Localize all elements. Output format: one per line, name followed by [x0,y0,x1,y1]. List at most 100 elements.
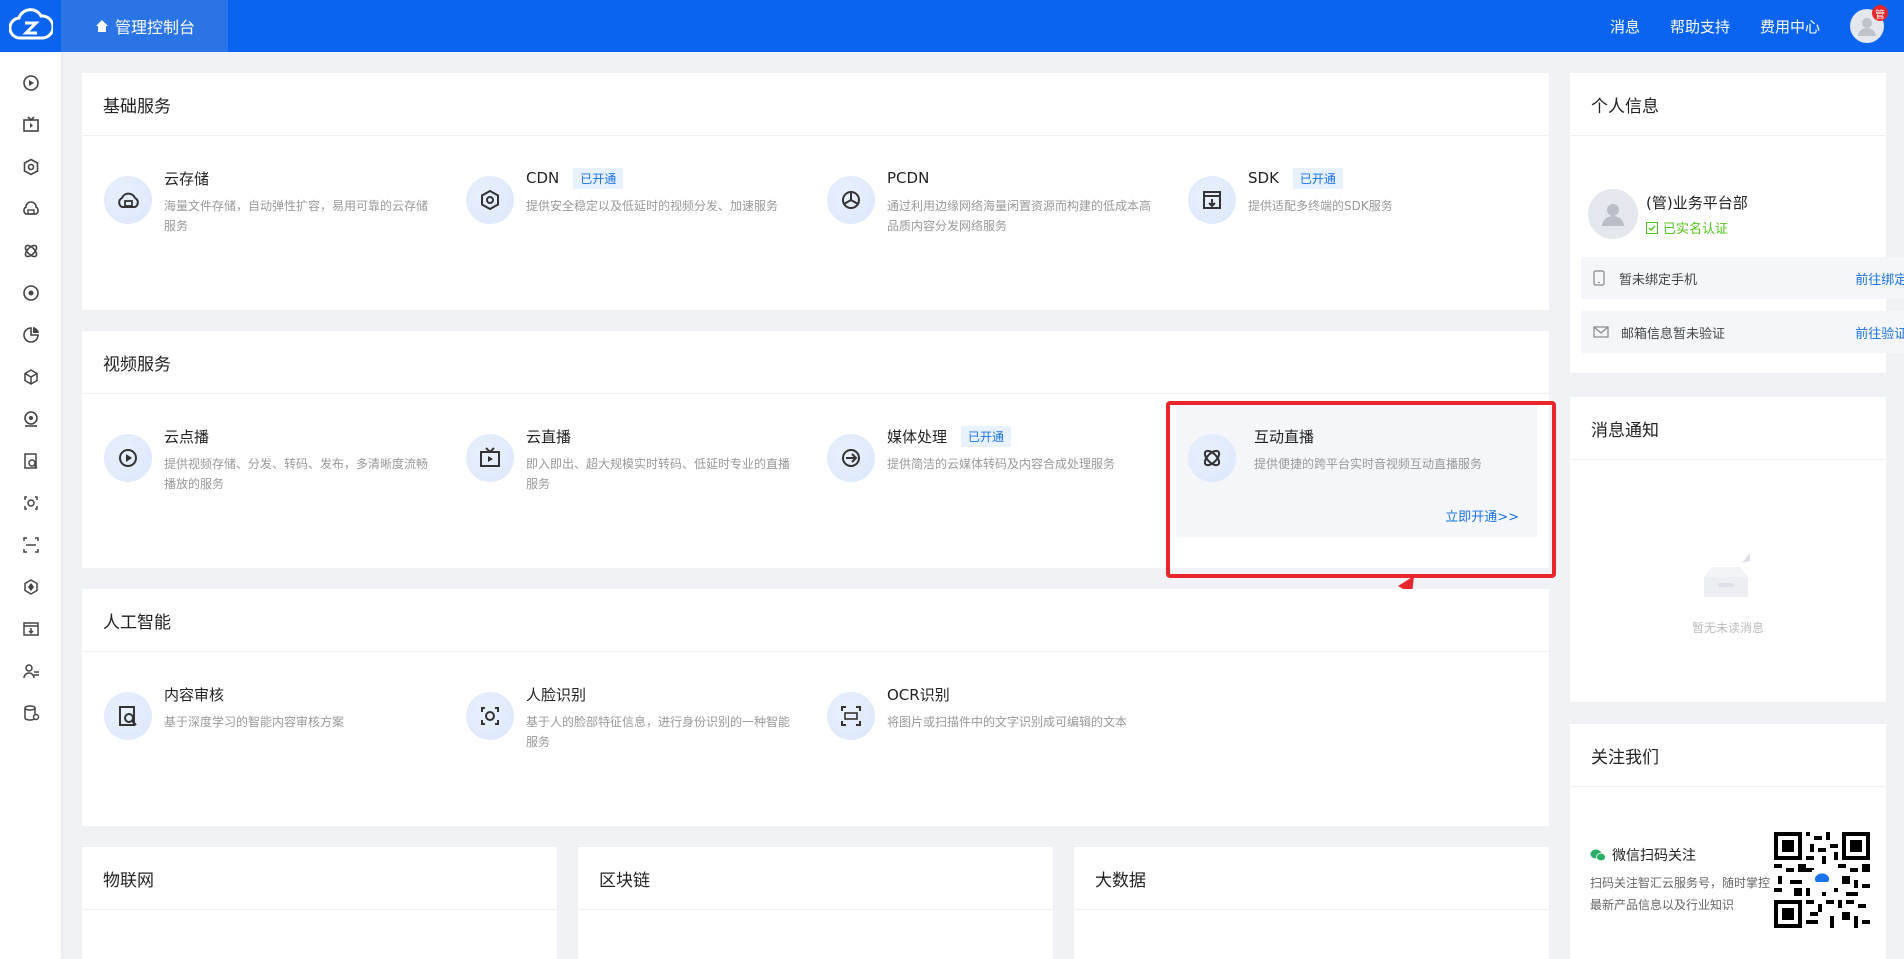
interactive-icon [24,244,37,258]
verified-status: 已实名认证 [1663,222,1729,237]
service-cloud-storage[interactable]: 云存储 海量文件存储，自动弹性扩容，易用可靠的云存储服务 [82,136,442,269]
highlight-box [1166,401,1556,578]
service-desc: 基于人的脸部特征信息，进行身份识别的一种智能服务 [526,715,791,749]
service-vod[interactable]: 云点播 提供视频存储、分发、转码、发布，多清晰度流畅播放的服务 [82,394,442,527]
media-icon [22,285,39,301]
service-media-processing[interactable]: 媒体处理 已开通 提供简洁的云媒体转码及内容合成处理服务 [805,394,1165,527]
sidebar-item-webcam[interactable] [0,398,61,440]
nav-messages[interactable]: 消息 [1610,16,1640,37]
sidebar-item-sdk[interactable] [0,608,61,650]
webcam-icon [23,411,38,427]
wechat-label: 微信扫码关注 [1612,848,1696,864]
bind-phone-link[interactable]: 前往绑定>> [1855,269,1904,288]
empty-notice-text: 暂无未读消息 [1691,621,1764,635]
cube-icon [827,176,875,224]
service-desc: 即入即出、超大规模实时转码、低延时专业的直播服务 [526,457,791,491]
sidebar-item-live[interactable] [0,104,61,146]
section-title: 物联网 [82,847,557,910]
service-content-review[interactable]: 内容审核 基于深度学习的智能内容审核方案 [82,652,442,785]
console-tab[interactable]: 管理控制台 [61,0,228,52]
follow-desc: 扫码关注智汇云服务号，随时掌控最新产品信息以及行业知识 [1590,876,1771,912]
face-icon [466,692,514,740]
service-desc: 海量文件存储，自动弹性扩容，易用可靠的云存储服务 [164,199,429,233]
nav-help[interactable]: 帮助支持 [1670,16,1730,37]
check-icon [1646,221,1658,234]
sidebar-item-review[interactable] [0,440,61,482]
top-bar: 管理控制台 消息 帮助支持 费用中心 管 [0,0,1904,52]
sidebar-item-face[interactable] [0,482,61,524]
avatar-badge: 管 [1872,5,1888,21]
wechat-icon [1590,849,1606,862]
service-pcdn[interactable]: PCDN 通过利用边缘网络海量闲置资源而构建的低成本高品质内容分发网络服务 [805,136,1165,269]
service-face-recognition[interactable]: 人脸识别 基于人的脸部特征信息，进行身份识别的一种智能服务 [444,652,804,785]
nav-billing[interactable]: 费用中心 [1760,16,1820,37]
cloud-storage-icon [104,176,152,224]
sidebar-item-storage[interactable] [0,188,61,230]
box-icon [22,622,39,636]
tv-icon [466,434,514,482]
sidebar-item-vod[interactable] [0,62,61,104]
service-name: PCDN [887,169,930,187]
sidebar-item-interactive[interactable] [0,230,61,272]
sidebar-item-blockchain[interactable] [0,566,61,608]
service-desc: 提供适配多终端的SDK服务 [1248,199,1393,213]
profile-card: 个人信息 (管)业务平台部 已实名认证 暂未绑定手机 前往绑定>> 邮箱信息暂未… [1570,73,1904,373]
service-name: 媒体处理 [887,427,948,446]
profile-name: (管)业务平台部 [1646,194,1748,212]
email-text: 邮箱信息暂未验证 [1621,326,1726,342]
profile-title: 个人信息 [1570,73,1886,136]
hexagon-icon [466,176,514,224]
service-name: OCR识别 [887,685,950,704]
section-title: 基础服务 [82,73,1549,136]
sidebar-item-stats[interactable] [0,314,61,356]
service-name: 人脸识别 [526,685,587,704]
hexagon-icon [23,158,38,176]
tv-icon [22,116,39,132]
logo[interactable] [0,0,61,52]
iot-card: 物联网 [82,847,557,959]
media-icon [827,434,875,482]
service-name: 云直播 [526,427,572,446]
pie-chart-icon [22,327,39,343]
service-ocr[interactable]: OCR识别 将图片或扫描件中的文字识别成可编辑的文本 [805,652,1165,785]
follow-title: 关注我们 [1570,724,1886,787]
sidebar-item-ocr[interactable] [0,524,61,566]
status-badge: 已开通 [961,425,1012,447]
mail-icon [1593,326,1609,338]
service-name: 内容审核 [164,685,225,704]
content-review-icon [23,453,38,469]
box-icon [1188,176,1236,224]
blockchain-card: 区块链 [578,847,1053,959]
service-live[interactable]: 云直播 即入即出、超大规模实时转码、低延时专业的直播服务 [444,394,804,527]
network-icon [23,579,38,595]
face-icon [23,496,38,510]
sidebar-item-database[interactable] [0,692,61,734]
bigdata-card: 大数据 [1074,847,1549,959]
service-cdn[interactable]: CDN 已开通 提供安全稳定以及低延时的视频分发、加速服务 [444,136,804,269]
empty-box-icon [1704,553,1750,597]
service-name: 云点播 [164,427,210,446]
phone-icon [1593,270,1605,286]
service-desc: 基于深度学习的智能内容审核方案 [164,715,345,729]
sidebar-item-media[interactable] [0,272,61,314]
cube-icon [23,369,38,385]
user-avatar[interactable]: 管 [1850,5,1888,43]
sidebar-item-cdn[interactable] [0,146,61,188]
scan-icon [827,692,875,740]
service-name: CDN [526,169,560,187]
home-icon [95,19,109,33]
sidebar-item-pcdn[interactable] [0,356,61,398]
ai-services-card: 人工智能 内容审核 基于深度学习的智能内容审核方案 人脸识别 基于人的脸部特征信… [82,589,1549,826]
basic-services-card: 基础服务 云存储 海量文件存储，自动弹性扩容，易用可靠的云存储服务 CDN 已开通… [82,73,1549,310]
phone-text: 暂未绑定手机 [1619,272,1698,288]
video-play-icon [104,434,152,482]
sidebar [0,52,61,959]
service-desc: 通过利用边缘网络海量闲置资源而构建的低成本高品质内容分发网络服务 [887,199,1152,233]
verify-email-link[interactable]: 前往验证>> [1855,323,1904,342]
database-icon [23,705,39,721]
status-badge: 已开通 [1292,167,1343,189]
cloud-storage-icon [22,201,39,215]
email-row: 邮箱信息暂未验证 前往验证>> [1581,311,1904,353]
service-sdk[interactable]: SDK 已开通 提供适配多终端的SDK服务 [1166,136,1526,269]
sidebar-item-users[interactable] [0,650,61,692]
